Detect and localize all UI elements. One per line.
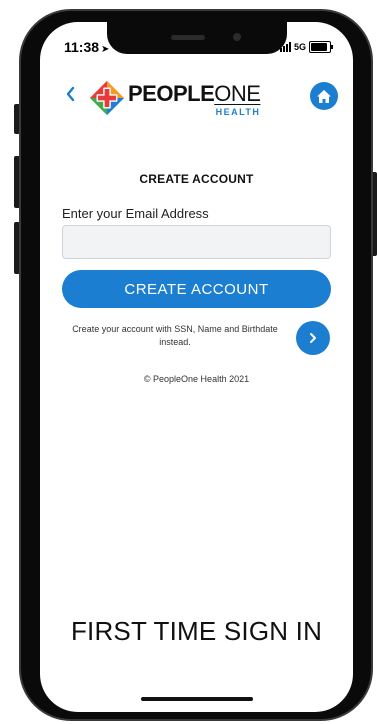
logo-cross-icon — [89, 80, 125, 116]
logo-wordmark: PEOPLEONE HEALTH — [128, 79, 261, 117]
status-time: 11:38 ➤ — [64, 39, 109, 55]
status-time-text: 11:38 — [64, 39, 100, 55]
logo-word-health: HEALTH — [215, 107, 261, 117]
create-account-button[interactable]: CREATE ACCOUNT — [62, 270, 331, 308]
copyright-text: © PeopleOne Health 2021 — [143, 374, 250, 384]
page-title: CREATE ACCOUNT — [139, 172, 254, 186]
email-label: Enter your Email Address — [62, 206, 209, 221]
chevron-right-icon — [310, 333, 316, 343]
logo-word-people: PEOPLE — [128, 81, 215, 106]
network-type: 5G — [294, 42, 307, 52]
email-input[interactable] — [62, 225, 331, 259]
status-right: 5G — [280, 41, 334, 53]
logo-word-one: ONE — [214, 81, 261, 106]
alternate-signup-text: Create your account with SSN, Name and B… — [72, 324, 278, 347]
chevron-left-icon[interactable] — [64, 84, 76, 104]
alternate-signup-button[interactable] — [296, 321, 330, 355]
location-arrow-icon: ➤ — [101, 44, 110, 55]
signal-bars-icon — [280, 42, 291, 52]
notch-speaker — [171, 35, 205, 40]
home-indicator[interactable] — [141, 697, 253, 701]
battery-icon — [309, 41, 334, 53]
phone-notch — [107, 22, 287, 54]
notch-camera — [233, 33, 241, 41]
peopleone-health-logo: PEOPLEONE HEALTH — [88, 79, 261, 117]
stage: 11:38 ➤ 5G PEOPLEONE HEALTH CREATE ACCOU… — [0, 0, 377, 724]
first-time-sign-in-caption: FIRST TIME SIGN IN — [70, 616, 323, 646]
home-button[interactable] — [310, 82, 338, 110]
app-screen: 11:38 ➤ 5G PEOPLEONE HEALTH CREATE ACCOU… — [40, 22, 353, 712]
home-icon — [317, 89, 331, 103]
